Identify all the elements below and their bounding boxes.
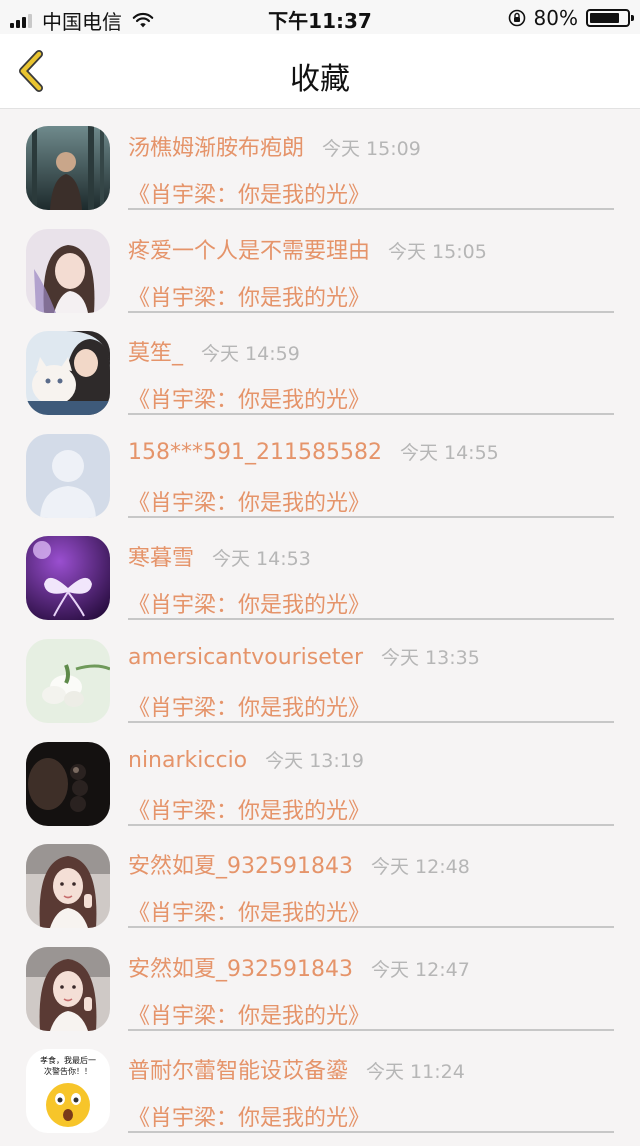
user-name[interactable]: 普耐尔蕾智能设苡备鎏: [128, 1059, 348, 1084]
girl-with-cat-avatar[interactable]: [26, 331, 110, 416]
svg-text:孝食，我最后一: 孝食，我最后一: [40, 1055, 96, 1065]
list-item[interactable]: 孝食，我最后一 次警告你！！ 普耐尔蕾智能设苡备鎏 今天 11:24 《肖宇梁：你…: [0, 1043, 640, 1146]
list-item[interactable]: 安然如夏_932591843 今天 12:47 《肖宇梁：你是我的光》: [0, 941, 640, 1044]
user-name-line: amersicantvouriseter 今天 13:35: [128, 643, 480, 670]
divider: [128, 1028, 614, 1031]
user-name[interactable]: 安然如夏_932591843: [128, 957, 353, 982]
list-item[interactable]: 158***591_211585582 今天 14:55 《肖宇梁：你是我的光》: [0, 428, 640, 531]
work-title[interactable]: 《肖宇梁：你是我的光》: [128, 895, 370, 927]
user-name[interactable]: amersicantvouriseter: [128, 645, 363, 670]
user-name[interactable]: 安然如夏_932591843: [128, 854, 353, 879]
user-name-line: 疼爱一个人是不需要理由 今天 15:05: [128, 233, 487, 265]
work-title[interactable]: 《肖宇梁：你是我的光》: [128, 485, 370, 517]
user-name[interactable]: 寒暮雪: [128, 546, 194, 571]
favorite-time: 今天 12:48: [370, 856, 470, 879]
list-item[interactable]: 莫笙_ 今天 14:59 《肖宇梁：你是我的光》: [0, 325, 640, 428]
work-title[interactable]: 《肖宇梁：你是我的光》: [128, 587, 370, 619]
list-item[interactable]: amersicantvouriseter 今天 13:35 《肖宇梁：你是我的光》: [0, 633, 640, 736]
svg-text:次警告你！！: 次警告你！！: [44, 1066, 92, 1076]
favorite-time: 今天 12:47: [370, 958, 470, 981]
list-item[interactable]: ninarkiccio 今天 13:19 《肖宇梁：你是我的光》: [0, 736, 640, 839]
work-title[interactable]: 《肖宇梁：你是我的光》: [128, 998, 370, 1030]
nav-bar: 收藏: [0, 34, 640, 109]
list-item[interactable]: 安然如夏_932591843 今天 12:48 《肖宇梁：你是我的光》: [0, 838, 640, 941]
divider: [128, 515, 614, 518]
girl-photo-avatar[interactable]: [26, 228, 110, 313]
divider: [128, 720, 614, 723]
user-name-line: 普耐尔蕾智能设苡备鎏 今天 11:24: [128, 1053, 465, 1085]
favorite-time: 今天 13:19: [265, 749, 364, 772]
user-name[interactable]: 汤樵姆渐胺布疱朗: [128, 136, 304, 161]
favorite-time: 今天 15:05: [388, 240, 487, 263]
divider: [128, 208, 614, 210]
favorite-time: 今天 15:09: [322, 138, 421, 160]
work-title[interactable]: 《肖宇梁：你是我的光》: [128, 177, 370, 209]
page-title: 收藏: [290, 62, 350, 97]
divider: [128, 618, 614, 621]
work-title[interactable]: 《肖宇梁：你是我的光》: [128, 382, 370, 414]
divider: [128, 413, 614, 416]
dark-photo-avatar[interactable]: [26, 741, 110, 826]
work-title[interactable]: 《肖宇梁：你是我的光》: [128, 280, 370, 312]
battery-percent: 80%: [533, 6, 578, 30]
work-title[interactable]: 《肖宇梁：你是我的光》: [128, 1100, 370, 1132]
meme-emoji-avatar[interactable]: 孝食，我最后一 次警告你！！: [26, 1049, 110, 1134]
user-name[interactable]: 疼爱一个人是不需要理由: [128, 239, 370, 264]
user-name[interactable]: 莫笙_: [128, 341, 183, 366]
work-title[interactable]: 《肖宇梁：你是我的光》: [128, 690, 370, 722]
favorite-time: 今天 13:35: [381, 646, 480, 669]
list-item[interactable]: 疼爱一个人是不需要理由 今天 15:05 《肖宇梁：你是我的光》: [0, 223, 640, 326]
list-item[interactable]: 寒暮雪 今天 14:53 《肖宇梁：你是我的光》: [0, 530, 640, 633]
status-bar: 中国电信 下午11:37 80%: [0, 0, 640, 34]
user-name-line: ninarkiccio 今天 13:19: [128, 746, 364, 773]
status-right: 80%: [508, 6, 634, 30]
girl-selfie-avatar[interactable]: [26, 844, 110, 929]
purple-butterfly-avatar[interactable]: [26, 536, 110, 621]
rotation-lock-icon: [508, 9, 525, 27]
user-name-line: 安然如夏_932591843 今天 12:47: [128, 951, 470, 983]
favorites-list: 汤樵姆渐胺布疱朗 今天 15:09 《肖宇梁：你是我的光》 疼爱一个人是不需要理由…: [0, 120, 640, 1146]
white-flower-avatar[interactable]: [26, 638, 110, 723]
forest-photo-avatar[interactable]: [26, 126, 110, 210]
favorite-time: 今天 14:59: [201, 343, 300, 366]
favorite-time: 今天 14:55: [399, 441, 499, 464]
user-name-line: 汤樵姆渐胺布疱朗 今天 15:09: [128, 130, 421, 162]
girl-selfie-avatar[interactable]: [26, 946, 110, 1031]
default-user-avatar[interactable]: [26, 433, 110, 518]
work-title[interactable]: 《肖宇梁：你是我的光》: [128, 793, 370, 825]
divider: [128, 823, 614, 826]
user-name[interactable]: ninarkiccio: [128, 748, 247, 773]
user-name-line: 莫笙_ 今天 14:59: [128, 335, 300, 367]
user-name[interactable]: 158***591_211585582: [128, 440, 382, 465]
favorite-time: 今天 11:24: [366, 1061, 465, 1084]
battery-tip: [631, 15, 634, 21]
user-name-line: 158***591_211585582 今天 14:55: [128, 438, 499, 465]
user-name-line: 寒暮雪 今天 14:53: [128, 540, 311, 572]
divider: [128, 1131, 614, 1134]
list-item[interactable]: 汤樵姆渐胺布疱朗 今天 15:09 《肖宇梁：你是我的光》: [0, 120, 640, 223]
user-name-line: 安然如夏_932591843 今天 12:48: [128, 848, 470, 880]
favorite-time: 今天 14:53: [212, 548, 311, 571]
divider: [128, 926, 614, 929]
battery-icon: [586, 9, 634, 27]
divider: [128, 310, 614, 313]
battery-fill: [590, 13, 619, 23]
